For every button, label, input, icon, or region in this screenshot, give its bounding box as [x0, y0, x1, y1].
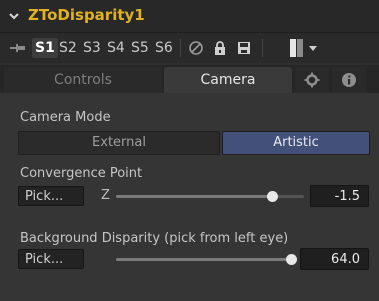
- background-disparity-pick-button[interactable]: Pick...: [18, 249, 84, 269]
- convergence-slider-fill: [116, 195, 273, 198]
- convergence-pick-button[interactable]: Pick...: [18, 186, 84, 206]
- background-disparity-label: Background Disparity (pick from left eye…: [20, 231, 289, 246]
- tab-bar: Controls Camera: [0, 65, 379, 93]
- slot-s2[interactable]: S2: [56, 38, 80, 58]
- color-swatch-shade[interactable]: [297, 39, 303, 57]
- gear-icon: [304, 72, 320, 88]
- slot-s4[interactable]: S4: [104, 38, 128, 58]
- tab-info[interactable]: [332, 67, 366, 93]
- background-disparity-slider-fill: [116, 258, 291, 261]
- convergence-slider-handle[interactable]: [267, 191, 279, 202]
- convergence-value-field[interactable]: -1.5: [310, 185, 369, 207]
- background-disparity-slider[interactable]: [116, 254, 297, 265]
- color-swatch-icon[interactable]: [290, 39, 296, 57]
- convergence-point-label: Convergence Point: [20, 166, 143, 181]
- toolbar-divider: [180, 39, 181, 57]
- camera-mode-external-button[interactable]: External: [18, 131, 220, 155]
- save-icon[interactable]: [236, 40, 252, 56]
- tab-camera[interactable]: Camera: [164, 67, 292, 93]
- lock-icon[interactable]: [212, 40, 228, 56]
- camera-mode-label: Camera Mode: [20, 110, 111, 125]
- slot-s1[interactable]: S1: [32, 38, 58, 58]
- node-title-bar[interactable]: ZToDisparity1: [0, 0, 379, 33]
- node-title: ZToDisparity1: [28, 6, 145, 24]
- node-toolbar: S1 S2 S3 S4 S5 S6: [0, 33, 379, 63]
- camera-mode-artistic-button[interactable]: Artistic: [222, 131, 370, 155]
- tab-controls[interactable]: Controls: [4, 67, 162, 93]
- dropdown-arrow-icon[interactable]: [309, 46, 317, 51]
- info-icon: [342, 73, 356, 87]
- background-disparity-value-field[interactable]: 64.0: [300, 248, 369, 270]
- convergence-z-label: Z: [101, 188, 110, 203]
- inspector-panel: ZToDisparity1 S1 S2 S3 S4 S5 S6 Controls…: [0, 0, 379, 301]
- background-disparity-slider-handle[interactable]: [286, 254, 297, 265]
- slot-s3[interactable]: S3: [80, 38, 104, 58]
- disable-icon[interactable]: [188, 40, 204, 56]
- convergence-slider[interactable]: [116, 191, 304, 202]
- tab-settings[interactable]: [295, 67, 329, 93]
- chevron-down-icon[interactable]: [8, 10, 20, 22]
- slot-s6[interactable]: S6: [152, 38, 176, 58]
- toolbar-divider: [262, 39, 263, 57]
- slot-s5[interactable]: S5: [128, 38, 152, 58]
- pin-icon[interactable]: [10, 41, 26, 55]
